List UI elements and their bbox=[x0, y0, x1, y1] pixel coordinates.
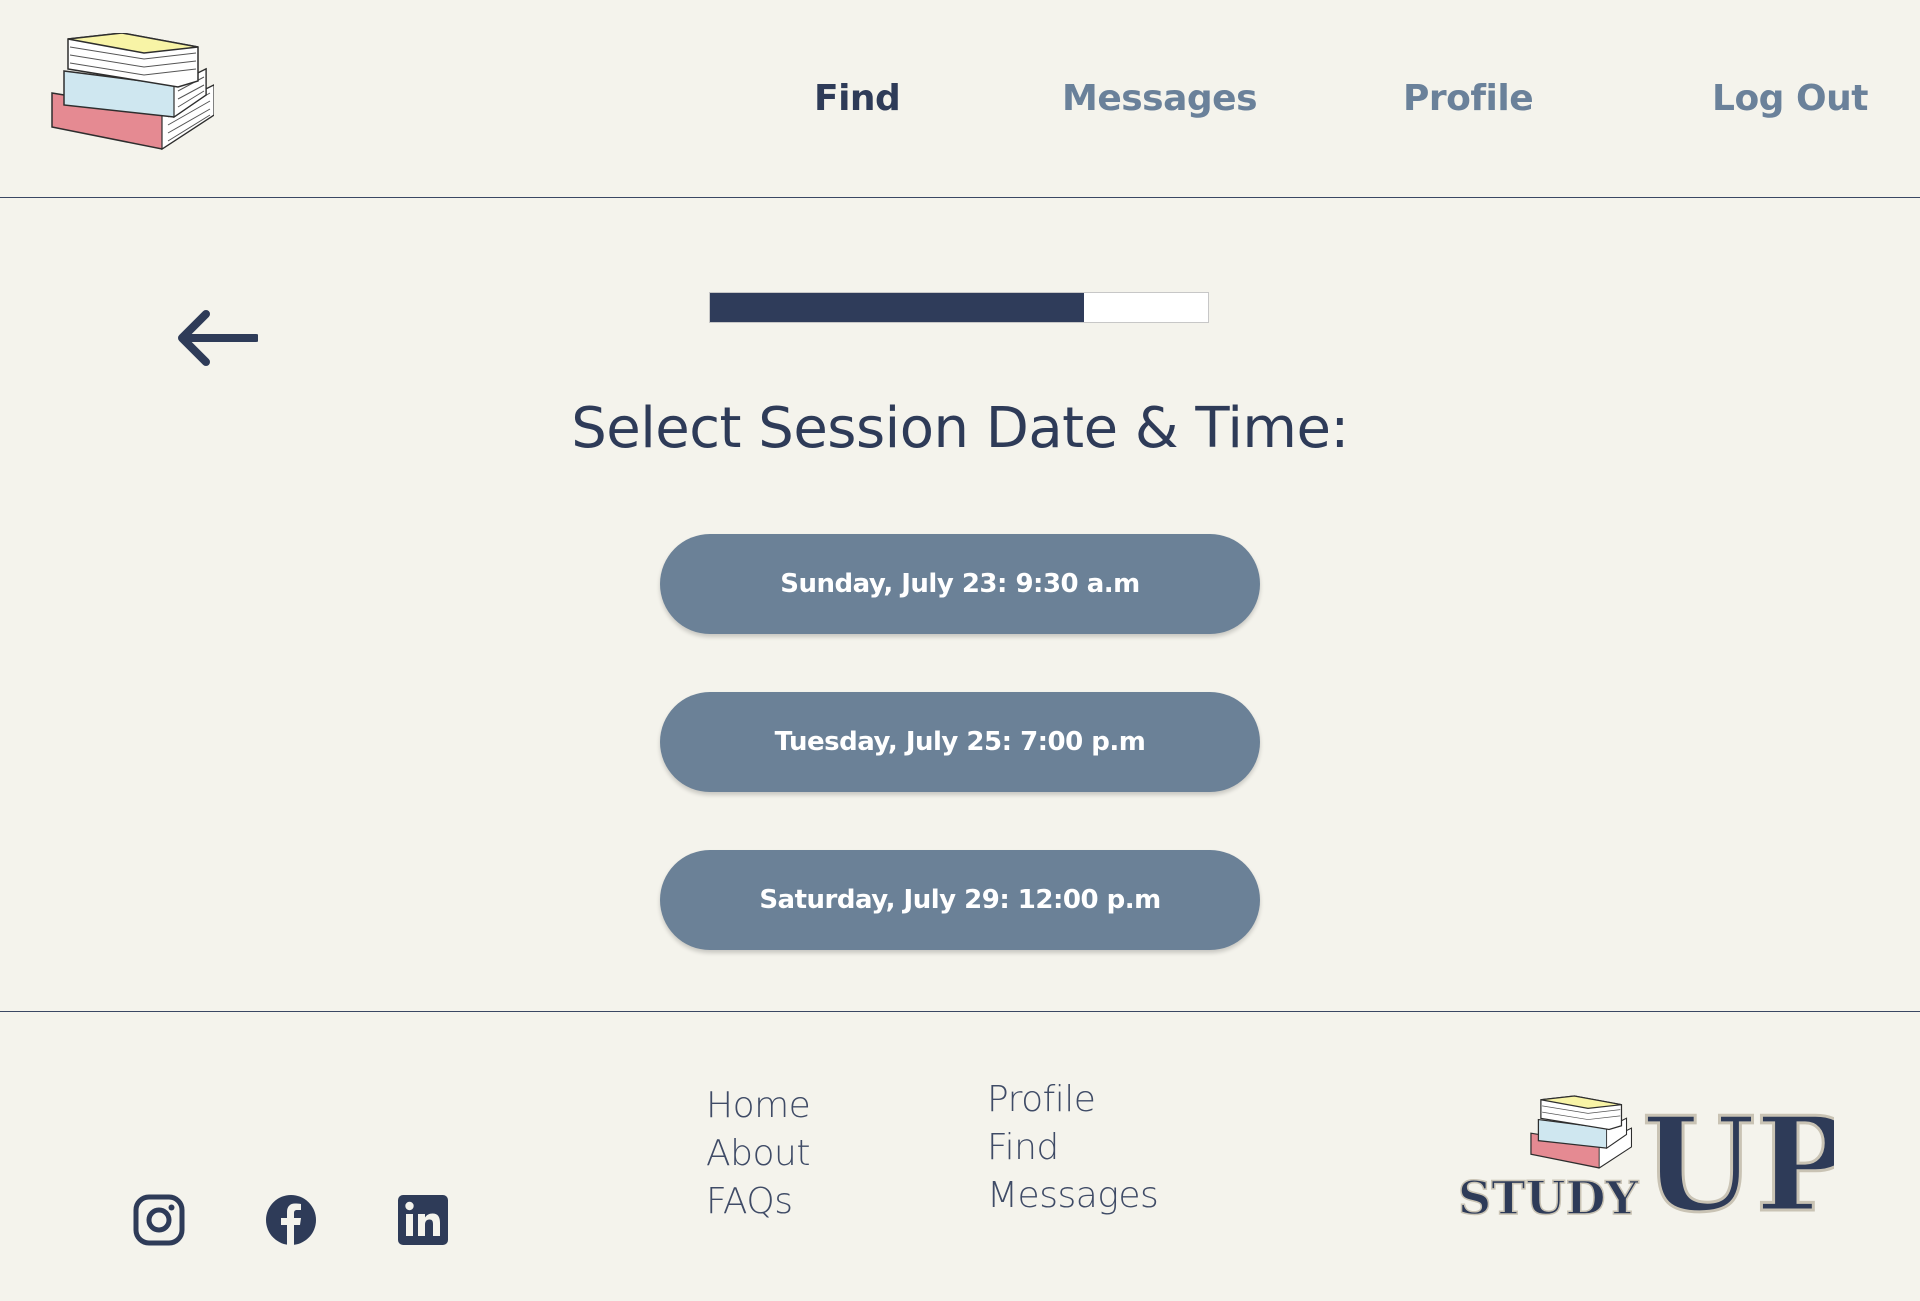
site-header: Find Messages Profile Log Out bbox=[0, 0, 1920, 198]
progress-bar bbox=[709, 292, 1209, 323]
footer-links-secondary: Profile Find Messages bbox=[987, 1076, 1159, 1220]
nav-profile[interactable]: Profile bbox=[1403, 78, 1534, 119]
nav-logout[interactable]: Log Out bbox=[1712, 78, 1868, 119]
time-slot-button[interactable]: Sunday, July 23: 9:30 a.m bbox=[660, 534, 1260, 634]
progress-bar-fill bbox=[710, 293, 1084, 322]
logo-word-study: STUDY bbox=[1458, 1171, 1639, 1222]
study-up-logo[interactable]: STUDY UP bbox=[1456, 1092, 1834, 1222]
books-logo-icon[interactable] bbox=[44, 33, 214, 167]
footer-link-profile[interactable]: Profile bbox=[987, 1076, 1158, 1124]
nav-messages[interactable]: Messages bbox=[1062, 78, 1258, 119]
footer-link-faqs[interactable]: FAQs bbox=[706, 1178, 810, 1226]
footer-links-primary: Home About FAQs bbox=[706, 1082, 811, 1226]
nav-find[interactable]: Find bbox=[814, 78, 901, 119]
page-title: Select Session Date & Time: bbox=[571, 396, 1349, 461]
facebook-icon[interactable] bbox=[264, 1193, 318, 1247]
footer-link-find[interactable]: Find bbox=[987, 1124, 1158, 1172]
footer-link-messages[interactable]: Messages bbox=[987, 1172, 1159, 1220]
back-arrow-icon[interactable] bbox=[176, 310, 258, 366]
linkedin-icon[interactable] bbox=[396, 1193, 450, 1247]
footer-link-about[interactable]: About bbox=[706, 1130, 810, 1178]
footer-link-home[interactable]: Home bbox=[706, 1082, 811, 1130]
instagram-icon[interactable] bbox=[132, 1193, 186, 1247]
time-slot-button[interactable]: Tuesday, July 25: 7:00 p.m bbox=[660, 692, 1260, 792]
logo-word-up: UP bbox=[1642, 1092, 1834, 1222]
time-slot-button[interactable]: Saturday, July 29: 12:00 p.m bbox=[660, 850, 1260, 950]
